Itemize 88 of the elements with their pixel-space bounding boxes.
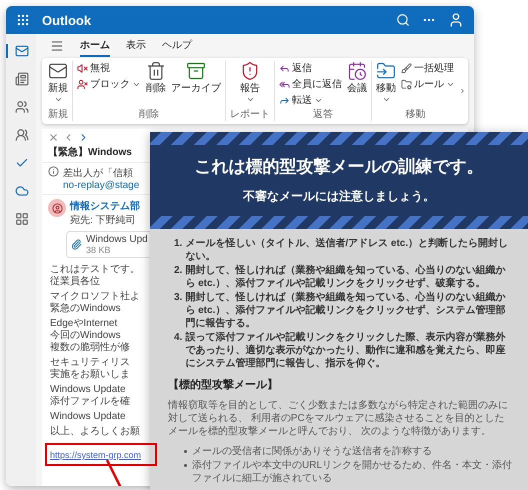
calendar-icon (347, 61, 367, 81)
group-label: 新規 (48, 108, 68, 121)
sender-name[interactable]: 情報システム部 (70, 199, 140, 213)
mail-icon[interactable] (15, 44, 29, 58)
body-line: Windows Update (50, 411, 126, 423)
step-text: メールを怪しい（タイトル、送信者/アドレス etc.）と判断したら開封しない。 (185, 237, 510, 263)
step-number: 2. (174, 264, 182, 278)
attachment-name: Windows Upd (86, 234, 148, 245)
groups-icon[interactable] (15, 128, 29, 142)
archive-icon (186, 61, 206, 81)
group-label: 削除 (139, 108, 159, 121)
feature-text: メールの受信者に関係がありそうな送信者を詐称する (192, 445, 432, 458)
bullet-icon (184, 464, 187, 467)
paperclip-icon (71, 239, 82, 250)
reply-all-icon (279, 78, 290, 90)
sender-address[interactable]: no-replay@stage (63, 180, 140, 191)
body-line: 添付ファイルを確 (50, 396, 130, 408)
mute-icon (77, 62, 88, 74)
ribbon-button[interactable]: 一括処理 (401, 61, 455, 75)
body-line: 実施をお願いしま (50, 369, 130, 381)
shield-alert-icon (240, 61, 260, 81)
ribbon-button[interactable]: アーカイブ (171, 61, 221, 107)
body-line: マイクロソフト社よ (50, 291, 140, 302)
block-user-icon (77, 78, 88, 90)
ribbon-button[interactable]: 削除 (146, 61, 166, 107)
brush-icon (401, 62, 412, 74)
body-line: 今回のWindows (50, 330, 121, 342)
description: 情報窃取等を目的として、ごく少数または多数ながら特定された範囲のみに対して送られる、 利用者のPCをマルウェアに感染させることを目的としたメールを標的型攻撃メールと呼んでおり、 次のような特徴があります。 (168, 399, 509, 438)
ribbon-button[interactable]: 返信 (279, 61, 342, 75)
email-subject: 【緊急】Windows (48, 146, 132, 159)
group-label: 移動 (406, 108, 426, 121)
body-line: セキュリティリス (50, 357, 130, 368)
app-name: Outlook (42, 12, 92, 28)
ribbon-button[interactable]: 移動 (376, 61, 396, 107)
step-number: 4. (174, 331, 182, 345)
folder-gear-icon (401, 78, 412, 90)
person-icon (52, 202, 62, 214)
forward-icon (279, 94, 290, 106)
body-line: EdgeやInternet (50, 318, 118, 330)
step-text: 誤って添付ファイルや記載リンクをクリックした際、表示内容が業務外であったり、適切な表示がなかったり、動作に違和感を覚えたら、即座にシステム管理部門に報告し、指示を仰ぐ。 (185, 331, 506, 370)
group-label: 返答 (313, 108, 333, 121)
body-line: 従業員各位 (50, 276, 100, 288)
ribbon-button[interactable]: 新規 (48, 61, 68, 107)
dropdown-caret-icon[interactable] (246, 95, 254, 104)
ribbon-button[interactable]: 会議 (347, 61, 367, 107)
envelope-icon (48, 61, 68, 81)
banner-title: これは標的型攻撃メールの訓練です。 (194, 156, 484, 178)
ribbon-button[interactable]: 報告 (240, 61, 260, 107)
attachment-size: 38 KB (86, 245, 111, 255)
info-icon (48, 166, 59, 177)
menu-icon[interactable] (50, 39, 64, 53)
ribbon-tab[interactable]: ヘルプ (162, 35, 192, 57)
body-line: Windows Update (50, 384, 126, 396)
phishing-link[interactable]: https://system-grp.com (50, 450, 142, 460)
folder-arrow-icon (376, 61, 396, 81)
ribbon-button[interactable]: 無視 (77, 61, 141, 75)
group-label: レポート (230, 108, 270, 121)
banner-subtitle: 不審なメールには注意しましょう。 (243, 188, 435, 205)
notes-icon[interactable] (15, 72, 29, 86)
people-icon[interactable] (15, 100, 29, 114)
section-heading: 【標的型攻撃メール】 (168, 378, 279, 392)
bullet-icon (184, 450, 187, 453)
close-icon[interactable] (48, 132, 59, 143)
ribbon-button[interactable]: 全員に返信 (279, 77, 342, 91)
ribbon-button[interactable]: ルール (401, 77, 455, 91)
cloud-icon[interactable] (15, 184, 29, 198)
ribbon-button[interactable]: ブロック (77, 77, 141, 91)
step-number: 1. (174, 237, 182, 251)
dropdown-caret-icon[interactable] (54, 95, 62, 104)
body-line: 複数の脆弱性が修 (50, 342, 130, 354)
step-text: 開封して、怪しければ（業務や組織を知っている、心当りのない組織から etc.）、添付ファイルや記載リンクをクリックせず、破棄する。 (185, 264, 506, 290)
search-icon[interactable] (396, 13, 410, 27)
body-line: 以上、よろしくお願 (50, 426, 140, 438)
dropdown-caret-icon[interactable] (382, 95, 390, 104)
body-line: これはテストです。 (50, 264, 140, 276)
warning-text: 差出人が「信頼 (63, 166, 133, 180)
ribbon-button[interactable]: 転送 (279, 93, 342, 107)
feature-text: 添付ファイルや本文中のURLリンクを開かせるため、件名・本文・添付ファイルに細工が施されている (192, 459, 514, 485)
recipient: 宛先: 下野純司 (70, 214, 136, 227)
step-number: 3. (174, 291, 182, 305)
ribbon-tab[interactable]: 表示 (126, 35, 146, 57)
body-line: 緊急のWindows (50, 303, 121, 315)
app-launcher-icon[interactable] (16, 13, 30, 27)
step-text: 開封して、怪しければ（業務や組織を知っている、心当りのない組織から etc.）、添付ファイルや記載リンクをクリックせず、システム管理部門に報告する。 (185, 291, 506, 330)
reply-icon (279, 62, 290, 74)
user-icon[interactable] (448, 12, 464, 28)
trash-icon (146, 61, 166, 81)
apps-icon[interactable] (15, 212, 29, 226)
